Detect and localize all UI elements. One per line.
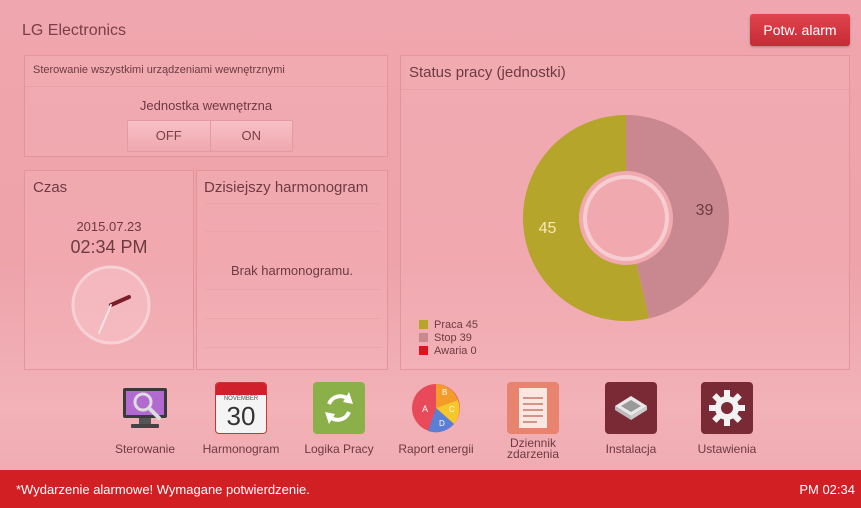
dock-label: Instalacja [605,442,657,456]
dock-item-raport-energii[interactable]: A B C D Raport energii [391,382,481,455]
schedule-panel-title: Dzisiejszy harmonogram [204,179,369,196]
calendar-header [216,383,266,395]
legend-item-awaria: Awaria 0 [419,344,478,357]
current-time: 02:34 PM [70,237,148,257]
footer-clock: PM 02:34 [799,482,855,497]
pie-letter-a: A [422,404,428,414]
dock-label: Sterowanie [114,442,176,456]
time-panel: Czas 2015.07.23 02:34 PM [24,170,194,370]
dock-item-dziennik-zdarzenia[interactable]: Dziennik zdarzenia [488,382,578,460]
pie-letter-d: D [439,419,445,428]
legend-item-praca: Praca 45 [419,318,478,331]
divider [25,86,387,87]
pie-report-icon: A B C D [410,382,462,434]
refresh-cycle-icon [313,382,365,434]
dock-item-logika-pracy[interactable]: Logika Pracy [294,382,384,455]
operation-status-panel: Status pracy (jednostki) 39 45 Praca 45 S… [400,55,850,370]
legend-label: Stop 39 [434,331,472,344]
top-bar: LG Electronics Potw. alarm [0,0,861,50]
alarm-message: *Wydarzenie alarmowe! Wymagane potwierdz… [16,482,310,497]
on-off-toggle-group: OFF ON [127,120,293,152]
dock-item-ustawienia[interactable]: Ustawienia [682,382,772,455]
donut-label-praca: 45 [539,220,557,237]
on-button[interactable]: ON [209,121,292,151]
dock-item-harmonogram[interactable]: NOVEMBER 30 Harmonogram [196,382,286,455]
dock-item-instalacja[interactable]: Instalacja [586,382,676,455]
pie-letter-b: B [442,388,447,397]
dock-label: Ustawienia [697,442,757,456]
legend-label: Awaria 0 [434,344,477,357]
time-panel-title: Czas [33,179,68,196]
divider [205,347,381,348]
bottom-dock: Sterowanie NOVEMBER 30 Harmonogram Logik… [0,382,861,470]
control-all-units-panel: Sterowanie wszystkimi urządzeniami wewnę… [24,55,388,157]
legend-swatch [419,346,428,355]
chart-legend: Praca 45 Stop 39 Awaria 0 [419,318,478,357]
no-schedule-text: Brak harmonogramu. [230,263,354,278]
dock-item-sterowanie[interactable]: Sterowanie [100,382,190,455]
gear-icon [701,382,753,434]
analog-clock-icon [71,265,151,345]
divider [205,318,381,319]
off-button[interactable]: OFF [128,121,210,151]
divider [205,231,381,232]
donut-label-stop: 39 [696,202,714,219]
indoor-unit-label: Jednostka wewnętrzna [139,98,273,113]
calendar-day: 30 [226,401,256,431]
dock-label: Dziennik zdarzenia [506,436,560,461]
divider [205,289,381,290]
dock-label: Harmonogram [202,442,280,456]
pie-letter-c: C [449,405,455,414]
alarm-footer-bar: *Wydarzenie alarmowe! Wymagane potwierdz… [0,470,861,508]
donut-inner-ring [583,175,669,261]
divider [205,203,381,204]
legend-swatch [419,320,428,329]
today-schedule-panel: Dzisiejszy harmonogram Brak harmonogramu… [196,170,388,370]
legend-swatch [419,333,428,342]
legend-item-stop: Stop 39 [419,331,478,344]
confirm-alarm-button[interactable]: Potw. alarm [750,14,850,46]
monitor-magnifier-icon [119,382,171,434]
legend-label: Praca 45 [434,318,479,331]
current-date: 2015.07.23 [76,219,142,234]
clipboard-log-icon [507,382,559,434]
dock-label: Logika Pracy [304,442,374,456]
control-panel-title: Sterowanie wszystkimi urządzeniami wewnę… [33,64,285,76]
calendar-icon: NOVEMBER 30 [215,382,267,434]
dock-label: Raport energii [398,442,474,456]
ceiling-cassette-icon [605,382,657,434]
brand-title: LG Electronics [22,22,127,39]
